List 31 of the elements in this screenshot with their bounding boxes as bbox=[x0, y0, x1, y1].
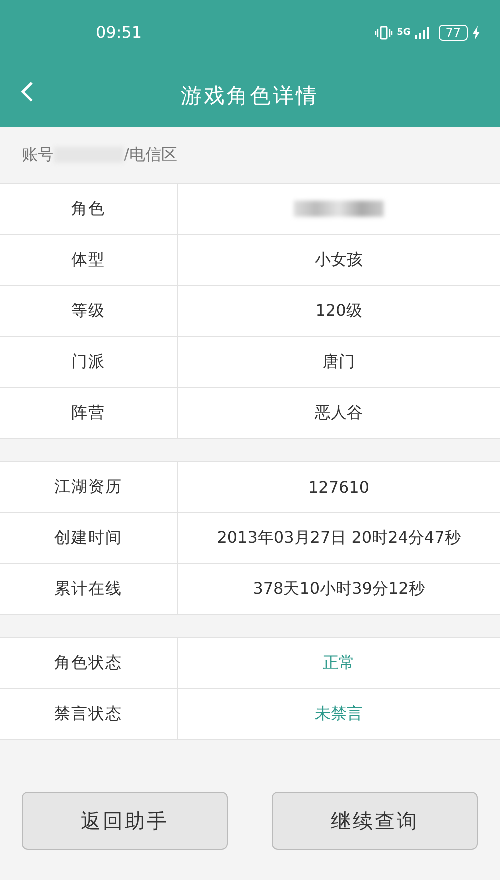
field-label: 门派 bbox=[0, 337, 178, 387]
field-value: 127610 bbox=[308, 478, 370, 496]
field-value: 120级 bbox=[316, 300, 362, 322]
field-label: 体型 bbox=[0, 235, 178, 285]
page-title: 游戏角色详情 bbox=[181, 83, 319, 110]
field-value: 378天10小时39分12秒 bbox=[253, 578, 425, 600]
field-value: 唐门 bbox=[323, 352, 355, 372]
field-label: 角色状态 bbox=[0, 638, 178, 688]
battery-level: 77 bbox=[438, 24, 468, 40]
vibrate-icon bbox=[375, 26, 394, 40]
field-value: 恶人谷 bbox=[315, 402, 363, 424]
field-label: 禁言状态 bbox=[0, 689, 178, 739]
signal-icon bbox=[414, 26, 431, 38]
server-label: /电信区 bbox=[124, 144, 178, 166]
back-to-assistant-button[interactable]: 返回助手 bbox=[22, 792, 228, 850]
field-label: 江湖资历 bbox=[0, 462, 178, 512]
field-value: 小女孩 bbox=[315, 250, 363, 270]
status-value: 未禁言 bbox=[315, 704, 363, 724]
field-label: 等级 bbox=[0, 286, 178, 336]
status-time: 09:51 bbox=[96, 23, 142, 42]
field-value: 2013年03月27日 20时24分47秒 bbox=[217, 528, 461, 548]
continue-query-button[interactable]: 继续查询 bbox=[272, 792, 478, 850]
charging-icon bbox=[472, 26, 482, 40]
field-label: 创建时间 bbox=[0, 513, 178, 563]
account-label: 账号 bbox=[22, 144, 54, 166]
back-icon[interactable] bbox=[20, 81, 34, 103]
field-label: 阵营 bbox=[0, 388, 178, 438]
field-label: 角色 bbox=[0, 184, 178, 234]
network-label: 5G bbox=[397, 28, 411, 38]
field-label: 累计在线 bbox=[0, 564, 178, 614]
status-value: 正常 bbox=[323, 652, 355, 674]
